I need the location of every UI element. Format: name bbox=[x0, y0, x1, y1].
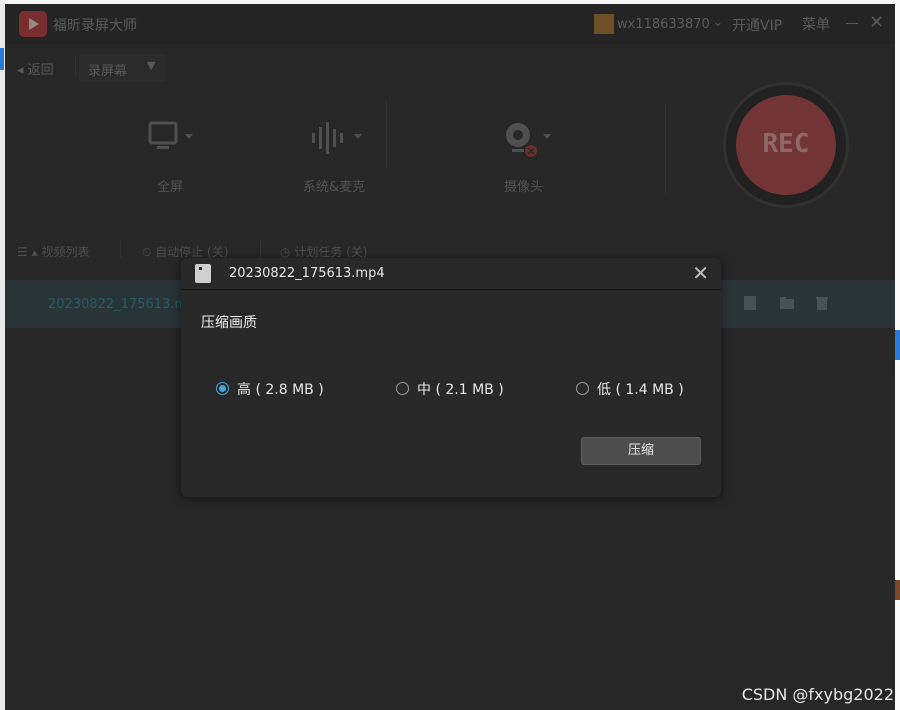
radio-icon[interactable] bbox=[396, 382, 409, 395]
compress-button[interactable]: 压缩 bbox=[581, 437, 701, 465]
zip-file-icon bbox=[195, 264, 211, 283]
compress-dialog: 20230822_175613.mp4 ✕ 压缩画质 高 ( 2.8 MB ) … bbox=[181, 258, 721, 497]
dialog-header: 20230822_175613.mp4 ✕ bbox=[181, 258, 721, 290]
quality-option-label: 中 ( 2.1 MB ) bbox=[417, 382, 504, 398]
radio-icon[interactable] bbox=[576, 382, 589, 395]
quality-option-label: 高 ( 2.8 MB ) bbox=[237, 382, 324, 398]
quality-label: 压缩画质 bbox=[201, 315, 257, 331]
radio-selected-icon[interactable] bbox=[216, 382, 229, 395]
watermark: CSDN @fxybg2022 bbox=[741, 685, 894, 704]
quality-option-label: 低 ( 1.4 MB ) bbox=[597, 382, 684, 398]
dialog-title: 20230822_175613.mp4 bbox=[229, 266, 385, 281]
close-icon[interactable]: ✕ bbox=[692, 261, 709, 285]
quality-option-low[interactable]: 低 ( 1.4 MB ) bbox=[576, 379, 684, 399]
quality-option-medium[interactable]: 中 ( 2.1 MB ) bbox=[396, 379, 504, 399]
quality-option-high[interactable]: 高 ( 2.8 MB ) bbox=[216, 379, 324, 399]
